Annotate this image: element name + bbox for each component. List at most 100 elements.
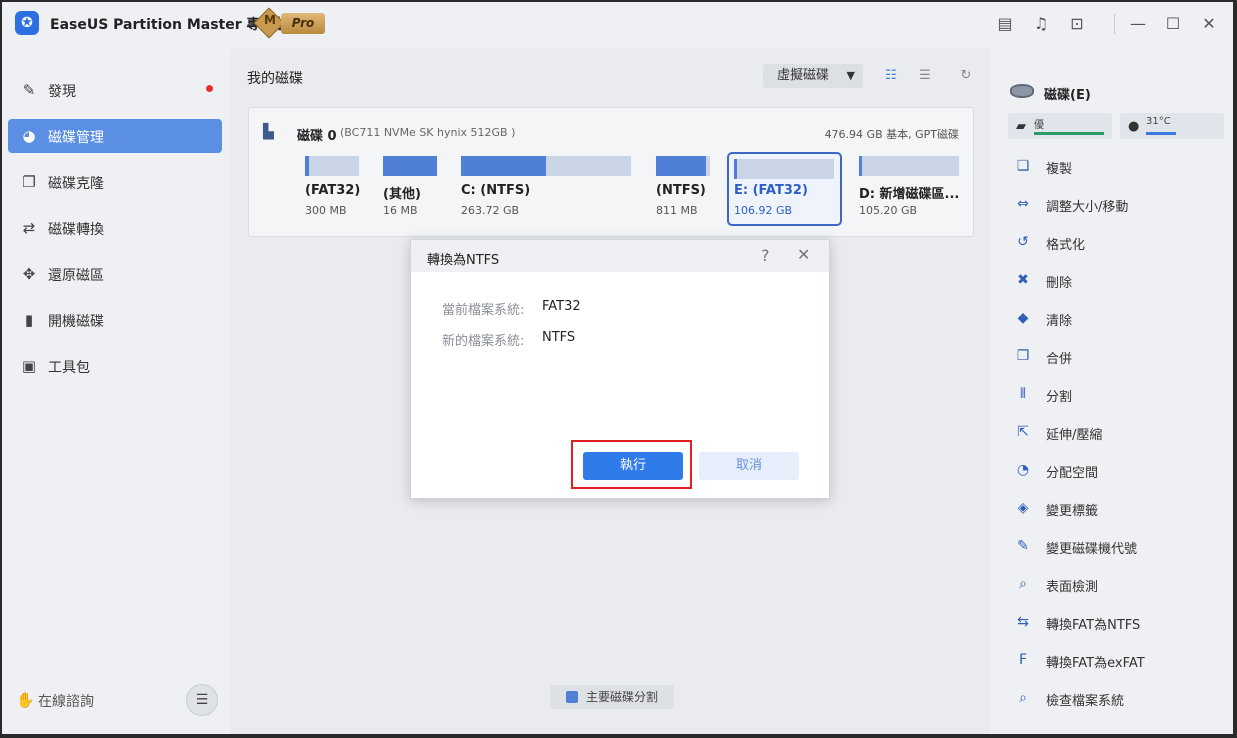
sidebar-item-label: 磁碟管理 [48,130,104,146]
minimize-icon[interactable]: — [1128,14,1148,34]
toolkit-icon: ▣ [21,357,37,375]
check-filesystem-icon: ⌕ [1019,690,1027,706]
bootable-disk-icon: ▮ [24,311,34,329]
grid-view-icon[interactable]: ☷ [882,68,900,84]
maximize-icon[interactable]: ☐ [1163,14,1183,34]
selected-disk-label: 磁碟(E) [1044,88,1091,103]
action-change-drive-letter[interactable]: ✎ 變更磁碟機代號 [1014,536,1214,558]
temperature-status: ● 31°C [1120,113,1224,139]
partition-usage-fill [656,156,706,176]
partition-block[interactable]: (NTFS) 811 MB [656,156,710,224]
action-convert-fat-exfat[interactable]: F 轉換FAT為exFAT [1014,650,1214,672]
current-filesystem-label: 當前檔案系統: [442,303,525,318]
action-check-filesystem[interactable]: ⌕ 檢查檔案系統 [1014,688,1214,710]
partition-size: 811 MB [656,204,698,217]
partition-bar [305,156,359,176]
partition-usage-fill [461,156,546,176]
discover-icon: ✎ [22,81,36,99]
action-resize-move[interactable]: ⇔ 調整大小/移動 [1014,194,1214,216]
virtual-disk-dropdown[interactable]: 虛擬磁碟 ▼ [763,64,863,88]
action-split[interactable]: ⫴ 分割 [1014,384,1214,406]
online-consult-link[interactable]: 在線諮詢 [38,691,94,711]
title-bar: ✪ EaseUS Partition Master 專業版 M Pro ▤ ♫ … [2,2,1233,44]
partition-block[interactable]: D: 新增磁碟區... 105.20 GB [859,156,959,224]
partition-size: 105.20 GB [859,204,918,217]
change-drive-letter-icon: ✎ [1017,538,1029,554]
sidebar-item-toolkit[interactable]: ▣ 工具包 [8,349,222,383]
merge-icon: ❐ [1016,348,1030,364]
sidebar-item-label: 磁碟克隆 [48,176,104,192]
sidebar-item-bootable-disk[interactable]: ▮ 開機磁碟 [8,303,222,337]
edition-pro-badge: Pro [281,13,325,34]
sidebar-item-label: 開機磁碟 [48,314,104,330]
notes-icon[interactable]: ▤ [995,14,1015,34]
titlebar-divider [1114,14,1115,34]
disk-icon: ▙ [263,124,274,140]
app-window: ✪ EaseUS Partition Master 專業版 M Pro ▤ ♫ … [2,2,1233,734]
action-convert-fat-ntfs[interactable]: ⇆ 轉換FAT為NTFS [1014,612,1214,634]
disk-management-icon: ◕ [22,127,36,145]
action-label: 轉換FAT為NTFS [1046,618,1141,633]
run-button[interactable]: 執行 [583,452,683,480]
partition-block-selected[interactable]: E: (FAT32) 106.92 GB [727,152,842,226]
partition-name: C: (NTFS) [461,183,531,198]
action-wipe[interactable]: ◆ 清除 [1014,308,1214,330]
download-icon[interactable]: ⊡ [1067,14,1087,34]
resize-move-icon: ⇔ [1017,196,1029,212]
action-merge[interactable]: ❐ 合併 [1014,346,1214,368]
sidebar-item-label: 發現 [48,84,76,100]
cancel-button[interactable]: 取消 [699,452,799,480]
convert-fat-exfat-icon: F [1018,652,1028,668]
action-label: 合併 [1046,352,1073,367]
disk-card[interactable]: ▙ 磁碟 0 (BC711 NVMe SK hynix 512GB ) 476.… [248,107,974,237]
copy-icon: ❏ [1016,158,1030,174]
disk-convert-icon: ⇄ [22,219,36,237]
partition-name: D: 新增磁碟區... [859,187,960,202]
action-copy[interactable]: ❏ 複製 [1014,156,1214,178]
action-surface-test[interactable]: ⌕ 表面檢測 [1014,574,1214,596]
partition-usage-fill [383,156,437,176]
partition-name: (FAT32) [305,183,361,198]
new-filesystem-label: 新的檔案系統: [442,334,525,349]
allocate-space-icon: ◔ [1016,462,1030,478]
partition-block[interactable]: (FAT32) 300 MB [305,156,361,224]
action-label: 變更磁碟機代號 [1046,542,1138,557]
sidebar-item-label: 磁碟轉換 [48,222,104,238]
dialog-close-icon[interactable]: ✕ [797,245,810,264]
notification-dot [206,85,213,92]
chat-button[interactable]: ☰ [186,684,218,716]
recover-partition-icon: ✥ [22,265,36,283]
action-label: 格式化 [1046,238,1086,253]
action-extend-shrink[interactable]: ⇱ 延伸/壓縮 [1014,422,1214,444]
partition-name: E: (FAT32) [734,183,808,198]
partition-block[interactable]: (其他) 16 MB [383,156,437,224]
extend-shrink-icon: ⇱ [1017,424,1029,440]
action-change-label[interactable]: ◈ 變更標籤 [1014,498,1214,520]
partition-block[interactable]: C: (NTFS) 263.72 GB [461,156,631,224]
refresh-icon[interactable]: ↻ [957,68,975,84]
close-icon[interactable]: ✕ [1199,14,1219,34]
action-delete[interactable]: ✖ 刪除 [1014,270,1214,292]
caret-down-icon: ▼ [846,69,855,82]
edition-badge-letter: M [264,13,276,27]
sidebar-item-disk-convert[interactable]: ⇄ 磁碟轉換 [8,211,222,245]
dialog-title: 轉換為NTFS [427,253,500,268]
partition-name: (NTFS) [656,183,706,198]
disk-clone-icon: ❐ [22,173,36,191]
current-filesystem-value: FAT32 [542,299,581,314]
app-logo-icon: ✪ [15,11,39,35]
list-view-icon[interactable]: ☰ [916,68,934,84]
action-format[interactable]: ↺ 格式化 [1014,232,1214,254]
action-label: 變更標籤 [1046,504,1099,519]
action-allocate-space[interactable]: ◔ 分配空間 [1014,460,1214,482]
dialog-header: 轉換為NTFS ? ✕ [411,240,829,272]
sidebar-item-disk-clone[interactable]: ❐ 磁碟克隆 [8,165,222,199]
bell-icon[interactable]: ♫ [1031,14,1051,34]
sidebar-item-disk-management[interactable]: ◕ 磁碟管理 [8,119,222,153]
sidebar-item-recover-partition[interactable]: ✥ 還原磁區 [8,257,222,291]
surface-test-icon: ⌕ [1019,576,1027,592]
help-icon[interactable]: ? [761,246,770,265]
action-label: 表面檢測 [1046,580,1099,595]
sidebar-item-discover[interactable]: ✎ 發現 [8,73,222,107]
health-status: ▰ 優 [1008,113,1112,139]
